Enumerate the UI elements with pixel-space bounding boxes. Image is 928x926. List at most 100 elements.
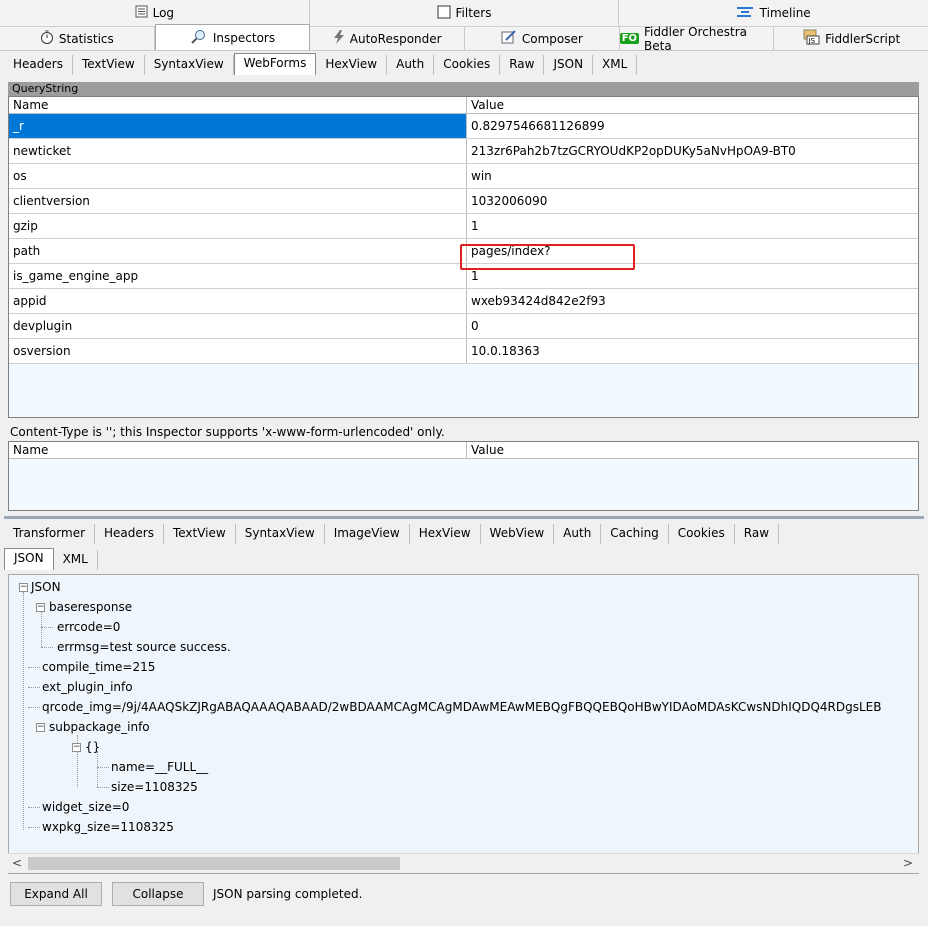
collapse-toggle-icon[interactable]: − — [36, 723, 45, 732]
param-value: 1 — [471, 219, 479, 233]
querystring-row[interactable]: os win — [9, 164, 918, 189]
param-name: is_game_engine_app — [9, 264, 467, 288]
resp-tab-syntaxview[interactable]: SyntaxView — [236, 524, 325, 544]
bottom-bar: Expand All Collapse JSON parsing complet… — [0, 876, 928, 916]
tree-node-name[interactable]: name=__FULL__ — [111, 759, 208, 775]
resp-tab-auth[interactable]: Auth — [554, 524, 602, 544]
tree-line — [23, 592, 24, 830]
resp-tab-xml[interactable]: XML — [54, 550, 98, 570]
tab-composer-label: Composer — [521, 31, 583, 46]
svg-text:JS: JS — [808, 37, 816, 45]
col-value-header[interactable]: Value — [467, 97, 918, 113]
param-name: _r — [9, 114, 467, 138]
querystring-header: Name Value — [9, 97, 918, 114]
tree-line — [97, 751, 98, 787]
tree-node-json[interactable]: JSON — [31, 579, 61, 595]
tree-node-subpackage-info[interactable]: subpackage_info — [49, 719, 150, 735]
tab-inspectors-label: Inspectors — [212, 30, 276, 45]
req-tab-xml[interactable]: XML — [593, 55, 638, 75]
querystring-row[interactable]: appid wxeb93424d842e2f93 — [9, 289, 918, 314]
top-tab-row: Log Filters Timeline — [0, 0, 928, 27]
tree-node-widget-size[interactable]: widget_size=0 — [42, 799, 129, 815]
querystring-row[interactable]: path pages/index? — [9, 239, 918, 264]
tab-autoresponder[interactable]: AutoResponder — [310, 27, 466, 50]
tree-node-errmsg[interactable]: errmsg=test source success. — [57, 639, 231, 655]
resp-tab-imageview[interactable]: ImageView — [325, 524, 410, 544]
expand-all-button[interactable]: Expand All — [10, 882, 102, 906]
fo-icon: FO — [619, 33, 640, 44]
body-grid: Name Value — [8, 441, 919, 511]
req-tab-cookies[interactable]: Cookies — [434, 55, 501, 75]
collapse-button[interactable]: Collapse — [112, 882, 204, 906]
resp-tab-textview[interactable]: TextView — [164, 524, 236, 544]
horizontal-scrollbar[interactable]: < > — [8, 853, 919, 873]
tab-fiddler-orchestra[interactable]: FO Fiddler Orchestra Beta — [619, 24, 775, 53]
req-tab-headers[interactable]: Headers — [4, 55, 73, 75]
param-name: path — [9, 239, 467, 263]
req-tab-textview[interactable]: TextView — [73, 55, 145, 75]
tab-timeline-label: Timeline — [759, 6, 811, 20]
tree-line — [28, 827, 40, 828]
col-name-header[interactable]: Name — [9, 97, 467, 113]
checkbox-icon — [437, 5, 451, 22]
tab-log[interactable]: Log — [0, 0, 310, 26]
tab-inspectors[interactable]: Inspectors — [154, 24, 311, 50]
tab-statistics[interactable]: Statistics — [0, 27, 155, 50]
req-tab-hexview[interactable]: HexView — [316, 55, 388, 75]
querystring-row[interactable]: newticket 213zr6Pah2b7tzGCRYOUdKP2opDUKy5… — [9, 139, 918, 164]
querystring-row[interactable]: is_game_engine_app 1 — [9, 264, 918, 289]
tab-statistics-label: Statistics — [58, 31, 114, 46]
querystring-row[interactable]: gzip 1 — [9, 214, 918, 239]
collapse-toggle-icon[interactable]: − — [72, 743, 81, 752]
req-tab-webforms[interactable]: WebForms — [233, 53, 317, 75]
resp-tab-webview[interactable]: WebView — [481, 524, 555, 544]
splitter[interactable] — [4, 516, 924, 519]
tree-node-ext-plugin-info[interactable]: ext_plugin_info — [42, 679, 133, 695]
querystring-row[interactable]: _r 0.8297546681126899 — [9, 114, 918, 139]
resp-tab-raw[interactable]: Raw — [735, 524, 780, 544]
tab-fiddlerscript[interactable]: JS FiddlerScript — [774, 27, 928, 50]
param-value: 10.0.18363 — [471, 344, 540, 358]
tree-line — [28, 687, 40, 688]
resp-tab-hexview[interactable]: HexView — [410, 524, 481, 544]
tree-node-size[interactable]: size=1108325 — [111, 779, 198, 795]
scroll-thumb[interactable] — [28, 857, 400, 870]
tree-line — [97, 787, 109, 788]
resp-tab-headers[interactable]: Headers — [95, 524, 164, 544]
tab-fiddler-orchestra-label: Fiddler Orchestra Beta — [644, 24, 748, 53]
querystring-row[interactable]: devplugin 0 — [9, 314, 918, 339]
req-tab-raw[interactable]: Raw — [500, 55, 545, 75]
querystring-row[interactable]: clientversion 1032006090 — [9, 189, 918, 214]
status-text: JSON parsing completed. — [213, 887, 363, 901]
tab-composer[interactable]: Composer — [465, 27, 620, 50]
resp-tab-cookies[interactable]: Cookies — [669, 524, 735, 544]
param-value: 0.8297546681126899 — [471, 119, 605, 133]
resp-tab-json[interactable]: JSON — [4, 548, 54, 570]
tab-filters[interactable]: Filters — [310, 0, 620, 26]
response-tabs-row1: Transformer Headers TextView SyntaxView Imag… — [4, 521, 780, 544]
tree-node-errcode[interactable]: errcode=0 — [57, 619, 120, 635]
tab-timeline[interactable]: Timeline — [619, 0, 928, 26]
tree-node-baseresponse[interactable]: baseresponse — [49, 599, 132, 615]
querystring-row[interactable]: osversion 10.0.18363 — [9, 339, 918, 364]
param-name: devplugin — [9, 314, 467, 338]
collapse-toggle-icon[interactable]: − — [19, 583, 28, 592]
collapse-toggle-icon[interactable]: − — [36, 603, 45, 612]
tree-line — [41, 647, 53, 648]
tree-node-object[interactable]: {} — [85, 739, 100, 755]
scroll-left-icon[interactable]: < — [12, 856, 22, 870]
tree-node-wxpkg-size[interactable]: wxpkg_size=1108325 — [42, 819, 174, 835]
req-tab-syntaxview[interactable]: SyntaxView — [145, 55, 234, 75]
body-col-name-header[interactable]: Name — [9, 442, 467, 458]
req-tab-auth[interactable]: Auth — [387, 55, 435, 75]
resp-tab-transformer[interactable]: Transformer — [4, 524, 96, 544]
tree-node-compile-time[interactable]: compile_time=215 — [42, 659, 155, 675]
scroll-right-icon[interactable]: > — [903, 856, 913, 870]
body-col-value-header[interactable]: Value — [467, 442, 918, 458]
tree-node-qrcode-img[interactable]: qrcode_img=/9j/4AAQSkZJRgABAQAAAQABAAD/2… — [42, 699, 881, 715]
tab-filters-label: Filters — [455, 6, 492, 20]
stopwatch-icon — [40, 30, 54, 47]
resp-tab-caching[interactable]: Caching — [601, 524, 669, 544]
param-value: 213zr6Pah2b7tzGCRYOUdKP2opDUKy5aNvHpOA9-… — [471, 144, 796, 158]
req-tab-json[interactable]: JSON — [544, 55, 594, 75]
